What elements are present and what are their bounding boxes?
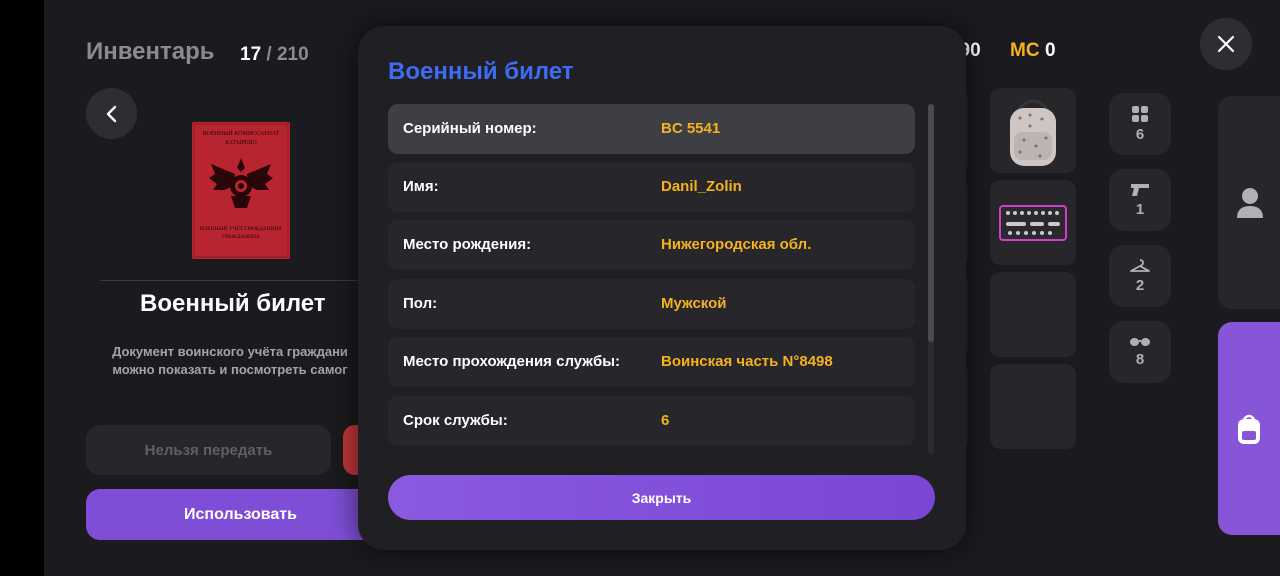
profile-tab[interactable] <box>1218 96 1280 309</box>
svg-text:ВОЕННЫЙ УЧЁТ ГРАЖДАНИНА: ВОЕННЫЙ УЧЁТ ГРАЖДАНИНА <box>200 224 283 232</box>
info-value: Danil_Zolin <box>661 178 742 195</box>
modal-scrollbar-thumb[interactable] <box>928 104 934 342</box>
item-description: Документ воинского учёта граждани можно … <box>96 343 364 379</box>
info-value: Нижегородская обл. <box>661 236 812 253</box>
info-label: Серийный номер: <box>403 120 537 137</box>
category-all-button[interactable]: 6 <box>1109 93 1171 155</box>
category-count: 8 <box>1135 350 1145 368</box>
info-row-service-term: Срок службы: 6 <box>388 396 915 446</box>
pistol-icon <box>1131 183 1149 196</box>
item-description-line: Документ воинского учёта граждани <box>112 344 348 359</box>
inventory-slot-toolset[interactable] <box>990 180 1076 265</box>
military-id-image: ВОЕННЫЙ КОМИССАРИАТ БАТЫРЕВО ВОЕННЫЙ УЧЁ… <box>192 122 290 259</box>
info-row-name: Имя: Danil_Zolin <box>388 162 915 212</box>
inventory-count-current: 17 <box>240 44 262 65</box>
category-count: 6 <box>1135 125 1145 143</box>
use-button[interactable]: Использовать <box>86 489 386 540</box>
mc-currency-label: MC <box>1010 40 1040 61</box>
category-clothes-button[interactable]: 2 <box>1109 245 1171 307</box>
info-label: Срок службы: <box>403 412 508 429</box>
inventory-slot[interactable] <box>990 364 1076 449</box>
close-icon <box>1217 35 1235 53</box>
hanger-icon <box>1130 258 1150 272</box>
info-value: 6 <box>661 412 670 429</box>
back-button[interactable] <box>86 88 137 139</box>
svg-text:БАТЫРЕВО: БАТЫРЕВО <box>225 140 257 146</box>
no-transfer-button[interactable]: Нельзя передать <box>86 425 331 475</box>
person-icon <box>1237 187 1263 218</box>
inventory-tab[interactable] <box>1218 322 1280 535</box>
svg-text:ГРАЖДАНИНА: ГРАЖДАНИНА <box>222 234 260 240</box>
close-inventory-button[interactable] <box>1200 18 1252 70</box>
info-row-birthplace: Место рождения: Нижегородская обл. <box>388 220 915 270</box>
inventory-count-total: 210 <box>276 44 309 65</box>
chevron-left-icon <box>106 105 116 122</box>
inventory-title: Инвентарь <box>86 38 215 65</box>
divider <box>100 280 360 281</box>
inventory-count-separator: / <box>261 44 277 65</box>
glasses-icon <box>1130 337 1150 346</box>
info-value: Воинская часть N°8498 <box>661 353 833 370</box>
item-name: Военный билет <box>140 290 326 317</box>
item-description-line: можно показать и посмотреть самог <box>112 362 348 377</box>
info-row-service-place: Место прохождения службы: Воинская часть… <box>388 337 915 387</box>
mc-balance: 0 <box>1045 40 1056 61</box>
category-count: 1 <box>1135 200 1145 218</box>
info-value: BC 5541 <box>661 120 721 137</box>
info-label: Место прохождения службы: <box>403 353 621 370</box>
backpack-icon <box>1238 414 1260 444</box>
category-weapons-button[interactable]: 1 <box>1109 169 1171 231</box>
svg-text:ВОЕННЫЙ КОМИССАРИАТ: ВОЕННЫЙ КОМИССАРИАТ <box>203 129 280 137</box>
inventory-capacity: 17 / 210 <box>240 44 309 66</box>
category-accessories-button[interactable]: 8 <box>1109 321 1171 383</box>
backpack-item-image <box>1010 99 1056 166</box>
info-label: Место рождения: <box>403 236 532 253</box>
close-button[interactable]: Закрыть <box>388 475 935 520</box>
info-label: Пол: <box>403 295 438 312</box>
tool-set-item-image <box>999 205 1067 241</box>
grid-icon <box>1132 105 1148 122</box>
inventory-slot-backpack[interactable] <box>990 88 1076 173</box>
info-value: Мужской <box>661 295 727 312</box>
modal-title: Военный билет <box>388 58 574 85</box>
info-row-gender: Пол: Мужской <box>388 279 915 329</box>
category-count: 2 <box>1135 276 1145 294</box>
info-label: Имя: <box>403 178 439 195</box>
inventory-slot[interactable] <box>990 272 1076 357</box>
info-row-serial: Серийный номер: BC 5541 <box>388 104 915 154</box>
